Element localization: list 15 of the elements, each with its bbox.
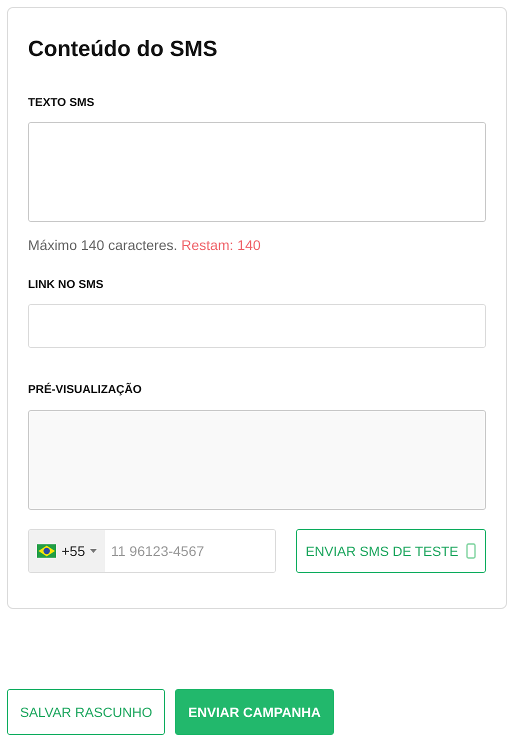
sms-text-field[interactable]	[28, 122, 486, 222]
link-field[interactable]	[28, 304, 486, 348]
field-label: LINK NO SMS	[28, 279, 104, 291]
country-select[interactable]: +55	[29, 530, 105, 572]
save-draft-button[interactable]: SALVAR RASCUNHO	[7, 689, 166, 735]
flag-icon	[37, 544, 56, 558]
send-campaign-button[interactable]: ENVIAR CAMPANHA	[175, 689, 334, 735]
phone-field[interactable]: +55 11 96123-4567	[28, 529, 276, 573]
character-hint: Máximo 140 caracteres. Restam: 140	[28, 237, 262, 253]
send-test-button[interactable]: ENVIAR SMS DE TESTE	[296, 529, 486, 573]
card-title: Conteúdo do SMS	[28, 36, 218, 62]
caret-icon	[90, 549, 97, 553]
field-label: TEXTO SMS	[28, 97, 96, 109]
field-label: PRÉ-VISUALIZAÇÃO	[28, 384, 143, 396]
phone-icon	[466, 543, 476, 559]
